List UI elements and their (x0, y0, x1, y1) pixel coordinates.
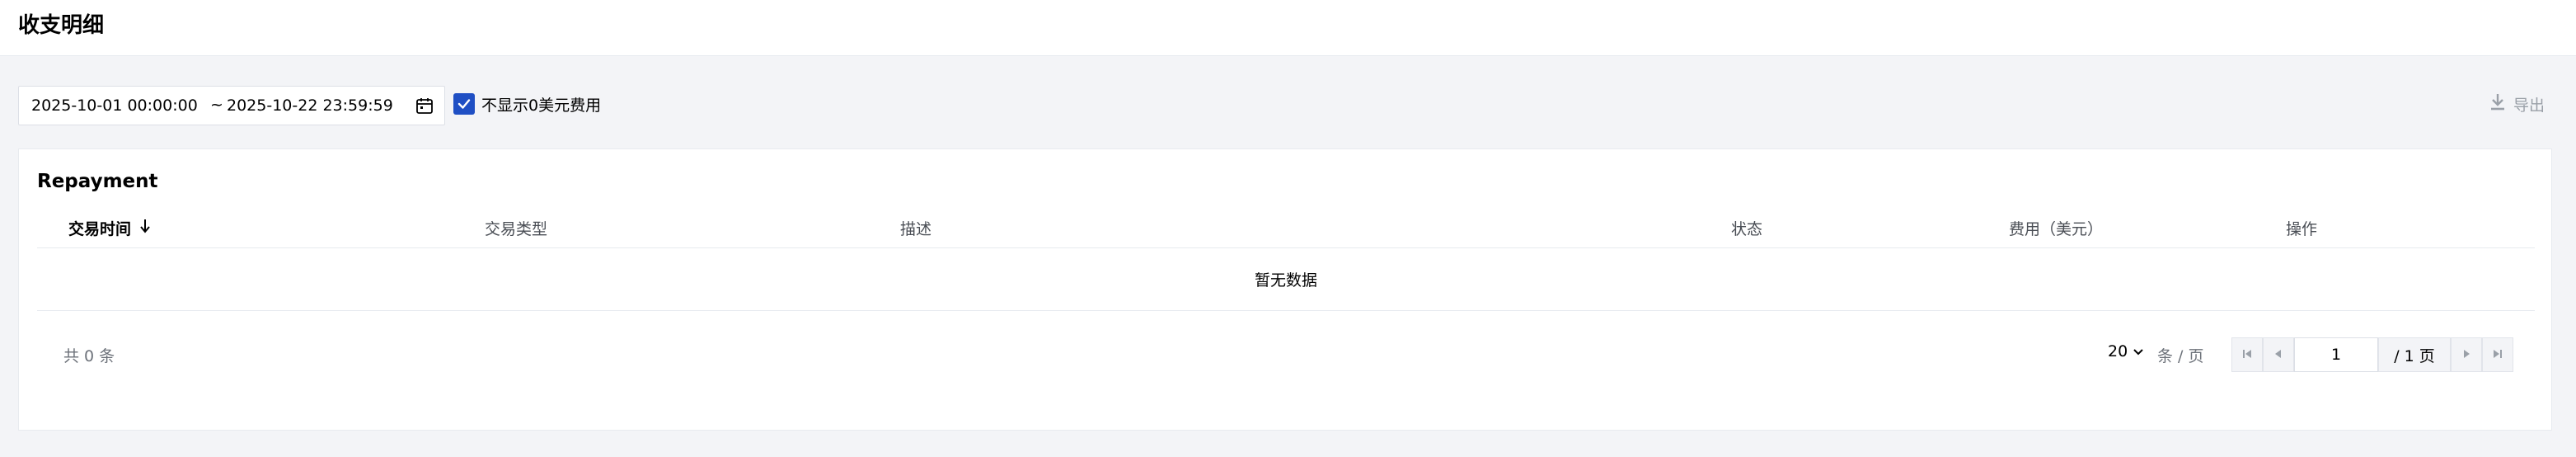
export-label: 导出 (2513, 96, 2545, 115)
sort-descending-icon[interactable] (139, 218, 151, 238)
first-page-button[interactable] (2231, 337, 2263, 372)
prev-page-button[interactable] (2263, 337, 2294, 372)
last-page-icon (2492, 347, 2503, 363)
column-header-fee: 费用（美元） (2009, 220, 2104, 238)
column-header-label: 交易时间 (68, 220, 132, 238)
page-number-input[interactable] (2294, 337, 2378, 372)
page-size-unit: 条 / 页 (2157, 347, 2204, 365)
export-button[interactable]: 导出 (2489, 91, 2545, 117)
page-title: 收支明细 (18, 13, 105, 38)
next-page-button[interactable] (2451, 337, 2482, 372)
column-header-transaction-type: 交易类型 (485, 220, 548, 238)
calendar-icon[interactable] (415, 96, 434, 115)
empty-state-row: 暂无数据 (37, 248, 2535, 311)
first-page-icon (2241, 347, 2253, 363)
page-size-value: 20 (2108, 342, 2128, 360)
empty-state-text: 暂无数据 (1254, 271, 1317, 290)
column-header-actions: 操作 (2286, 220, 2318, 238)
column-header-description: 描述 (900, 220, 932, 238)
page-header: 收支明细 (0, 0, 2576, 56)
repayment-card: Repayment 交易时间 交易类型 描述 状态 费用（美元） 操作 暂无数据… (18, 148, 2552, 431)
total-count: 共 0 条 (63, 347, 115, 365)
last-page-button[interactable] (2482, 337, 2513, 372)
card-title: Repayment (37, 171, 158, 192)
table-header: 交易时间 交易类型 描述 状态 费用（美元） 操作 (37, 205, 2535, 248)
hide-zero-fee-label[interactable]: 不显示0美元费用 (481, 93, 601, 115)
column-header-status: 状态 (1731, 220, 1763, 238)
pager: / 1 页 (2231, 337, 2513, 372)
next-page-icon (2461, 347, 2472, 363)
chevron-down-icon (2133, 342, 2144, 360)
date-end-value: 2025-10-22 23:59:59 (227, 97, 393, 115)
date-separator: ~ (210, 96, 223, 114)
checkbox-checked-icon[interactable] (453, 93, 475, 115)
page: 收支明细 2025-10-01 00:00:00 ~ 2025-10-22 23… (0, 0, 2576, 457)
page-size-select[interactable]: 20 (2108, 342, 2144, 360)
prev-page-icon (2273, 347, 2284, 363)
total-pages: / 1 页 (2378, 337, 2451, 372)
toolbar: 2025-10-01 00:00:00 ~ 2025-10-22 23:59:5… (0, 56, 2576, 148)
hide-zero-fee-checkbox[interactable]: 不显示0美元费用 (453, 91, 601, 117)
download-icon (2489, 92, 2507, 115)
column-header-transaction-time[interactable]: 交易时间 (68, 217, 151, 239)
date-range-picker[interactable]: 2025-10-01 00:00:00 ~ 2025-10-22 23:59:5… (18, 86, 445, 125)
date-start-value: 2025-10-01 00:00:00 (31, 97, 198, 115)
pagination: 共 0 条 20 条 / 页 1 / 1 页 (37, 311, 2535, 393)
